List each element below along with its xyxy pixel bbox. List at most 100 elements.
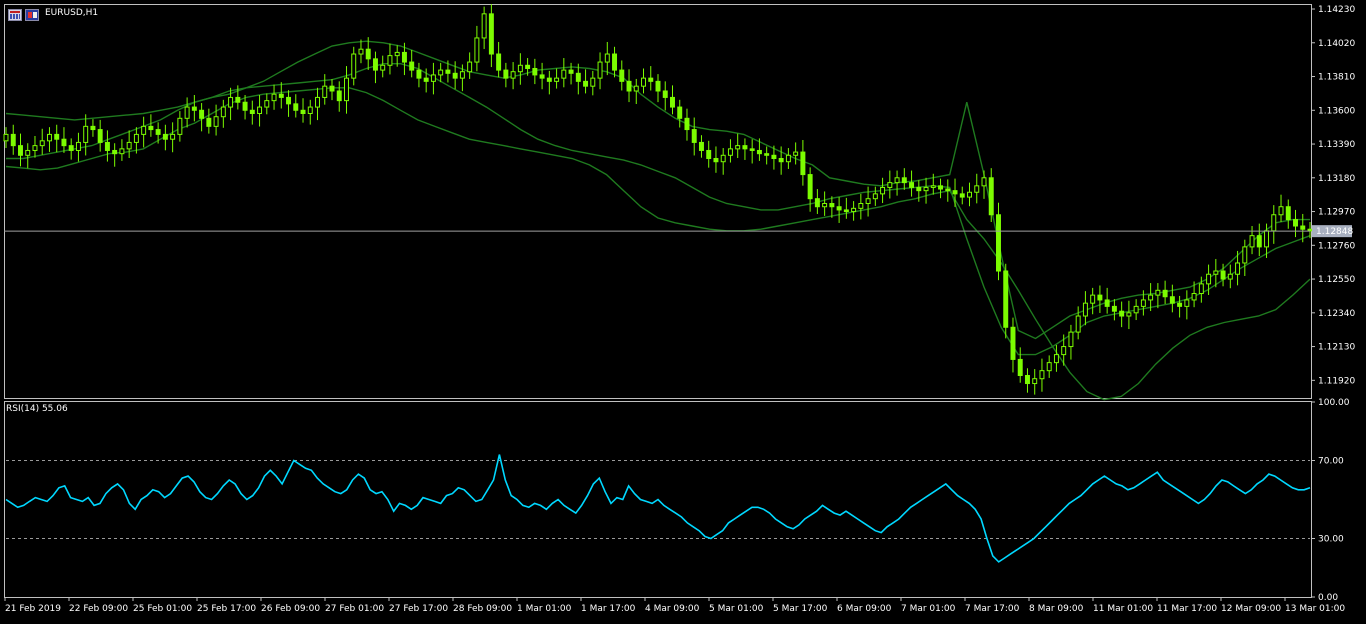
price-axis: 1.14230 1.14020 1.13810 1.13600 1.13390 1.131… [1311,5,1355,386]
time-tick-label: 27 Feb 17:00 [389,604,448,614]
candle-body [438,69,444,76]
candle-body [97,129,103,143]
candle-body [1285,206,1291,221]
candle-body [633,85,639,92]
candle-body [32,145,38,151]
candle-body [459,71,465,79]
candle-body [10,133,16,147]
candle-body [372,58,378,71]
candle-body [1177,302,1183,307]
time-tick-label: 12 Mar 09:00 [1221,604,1281,614]
candle-body [822,203,828,208]
candle-body [177,117,183,135]
candle-body [503,69,509,79]
candle-body [612,53,618,71]
candle-body [865,198,871,205]
candles [3,4,1313,395]
candle-body [90,125,96,131]
candle-body [988,177,994,216]
candle-body [249,109,255,114]
candle-body [713,158,719,163]
candle-body [872,193,878,200]
candle-body [401,51,407,63]
price-tick-label: 1.14230 [1318,5,1355,15]
candle-body [1097,294,1103,301]
candle-body [264,100,270,108]
bollinger-lower-line [5,87,1311,401]
candle-body [68,145,74,151]
candle-body [1075,315,1081,333]
candle-body [46,133,52,142]
candle-body [735,145,741,150]
flag-icon[interactable] [25,9,39,21]
candle-body [474,37,480,63]
candle-body [619,69,625,82]
candle-body [1003,270,1009,328]
candle-body [662,90,668,98]
candle-body [409,61,415,71]
candle-body [1119,310,1125,317]
time-tick-label: 8 Mar 09:00 [1029,604,1084,614]
candle-body [141,125,147,135]
chart-svg: 1.12848 1.14230 1.14020 1.13810 1.13600 1.13… [3,4,1355,614]
candle-body [365,48,371,60]
time-tick-label: 1 Mar 17:00 [581,604,636,614]
time-tick-label: 11 Mar 17:00 [1157,604,1217,614]
candle-body [691,129,697,143]
candle-body [996,214,1001,272]
price-tick-label: 1.12550 [1318,275,1355,285]
candle-body [1271,214,1277,232]
candle-body [967,191,972,198]
candle-body [1213,270,1219,275]
price-tick-label: 1.13180 [1318,174,1355,184]
candle-body [648,77,654,82]
candle-body [1169,296,1175,304]
candle-body [257,106,263,114]
candle-body [1082,302,1088,317]
candle-body [785,154,791,163]
candle-body [481,13,487,39]
candle-body [1184,299,1190,307]
candle-body [220,106,226,118]
chart-menu-icon[interactable] [8,9,22,21]
candle-body [271,93,277,102]
time-tick-label: 7 Mar 01:00 [901,604,956,614]
time-tick-label: 5 Mar 01:00 [709,604,764,614]
candle-body [930,185,936,188]
candle-body [974,185,980,193]
candle-body [1235,262,1241,275]
candle-body [952,190,958,195]
candle-body [54,133,60,140]
candle-body [1249,235,1255,248]
rsi-axis: 100.00 70.00 30.00 0.00 [1311,398,1350,603]
candle-body [1293,219,1298,227]
time-tick-label: 4 Mar 09:00 [645,604,700,614]
candle-body [670,96,675,108]
candle-body [887,182,893,188]
candle-body [546,77,552,82]
candle-body [1068,331,1074,348]
candle-body [720,154,726,163]
candle-body [380,64,386,71]
time-tick-label: 11 Mar 01:00 [1093,604,1153,614]
candle-body [162,133,168,140]
candle-body [641,77,646,87]
candle-body [351,53,357,79]
candle-body [575,72,581,82]
candle-body [242,101,248,111]
time-tick-label: 28 Feb 09:00 [453,604,512,614]
candle-body [83,125,89,143]
candle-body [1053,354,1059,364]
candle-body [698,141,704,151]
candle-body [517,64,523,73]
candle-body [1264,230,1270,248]
candle-body [1010,326,1016,360]
candle-body [1300,225,1306,230]
time-tick-label: 1 Mar 01:00 [517,604,572,614]
candle-body [916,186,922,192]
price-tick-label: 1.12340 [1318,309,1355,319]
rsi-tick-label: 100.00 [1318,398,1350,408]
candle-body [981,177,987,187]
candle-body [344,77,349,102]
time-tick-label: 26 Feb 09:00 [261,604,320,614]
